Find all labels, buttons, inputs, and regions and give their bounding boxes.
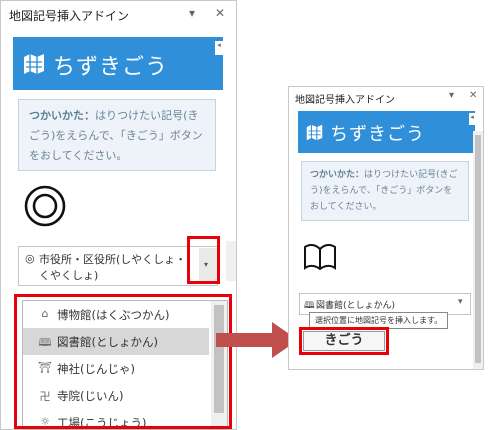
collapse-button[interactable]: ◂ [469,113,475,125]
help-lead: つかいかた： [29,109,95,122]
map-logo-icon [306,124,323,141]
pane-title-bar: 地図記号挿入アドイン ▾ ✕ [289,87,483,109]
chevron-down-icon[interactable]: ▾ [458,297,463,307]
help-lead: つかいかた： [310,170,365,180]
brand-banner: ちずきごう [298,111,475,153]
pane-scrollbar[interactable] [473,131,483,369]
brand-name: ちずきごう [330,124,425,145]
pane-title: 地図記号挿入アドイン [9,9,130,23]
highlight-dropdown-button [187,236,220,284]
insert-symbol-button[interactable]: きごう [303,331,385,351]
library-symbol-preview [304,243,336,271]
pane-options-button[interactable]: ▾ [189,6,195,20]
highlight-list [14,294,232,429]
help-box: つかいかた：はりつけたい記号(きごう)をえらんで、「きごう」ボタンをおしてくださ… [301,161,469,221]
pane-options-button[interactable]: ▾ [449,90,454,101]
help-box: つかいかた：はりつけたい記号(きごう)をえらんで、「きごう」ボタンをおしてくださ… [18,99,216,171]
brand-name: ちずきごう [53,55,169,80]
pane-scrollbar[interactable] [226,241,236,281]
brand-banner: ちずきごう [13,37,223,90]
pane-close-button[interactable]: ✕ [215,6,225,20]
pane-scroll-thumb[interactable] [475,135,481,363]
map-logo-icon [24,54,44,74]
pane-close-button[interactable]: ✕ [469,90,477,101]
pane-title-bar: 地図記号挿入アドイン ▾ ✕ [1,1,236,27]
city-hall-icon: ◎ [25,252,35,265]
pane-title: 地図記号挿入アドイン [295,95,395,106]
symbol-preview [24,185,66,227]
symbol-select-value: 図書館(としょかん) [316,301,396,311]
arrow-right-icon [216,322,298,358]
symbol-select-value: 市役所・区役所(しやくしょ・くやくしょ) [39,253,187,282]
collapse-button[interactable]: ◂ [215,41,223,55]
